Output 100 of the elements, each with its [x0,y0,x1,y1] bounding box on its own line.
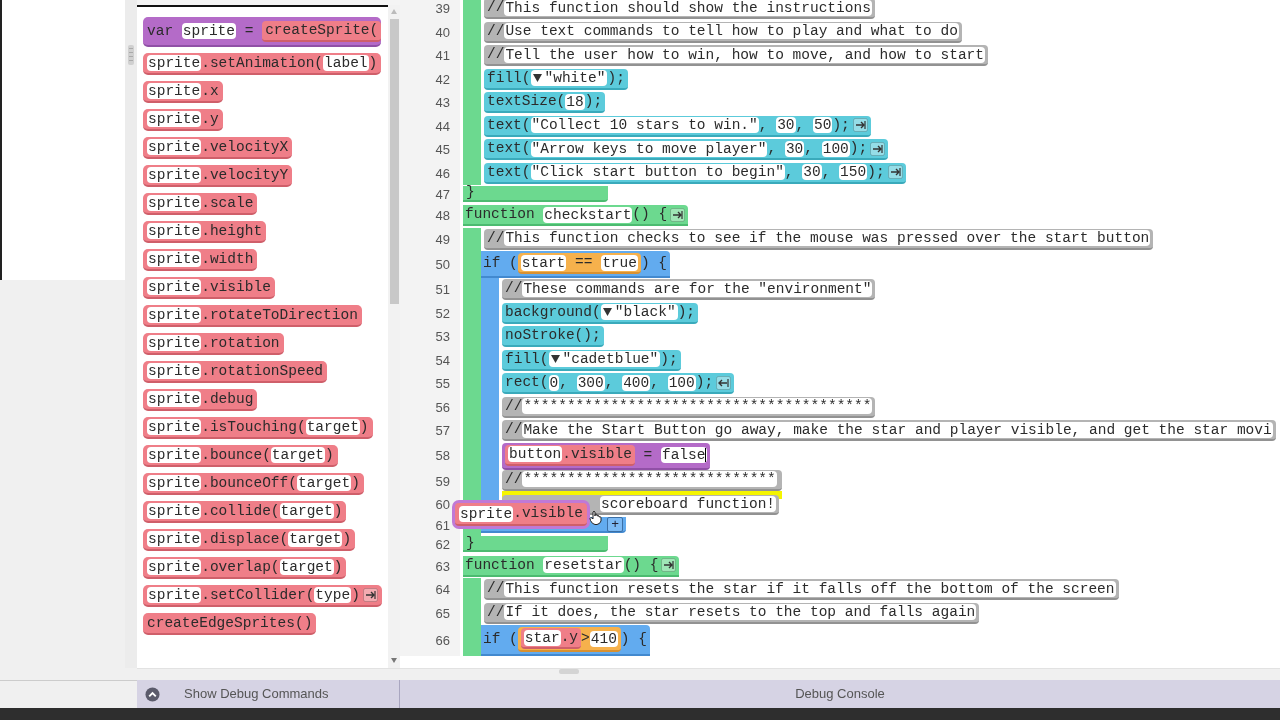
toolbox-block[interactable]: sprite.bounceOff(target) [143,473,364,495]
input-slot[interactable]: target [296,475,352,491]
comment-block[interactable]: //Make the Start Button go away, make the star and player visible, and get the star movi [502,420,1276,442]
input-slot[interactable]: sprite [459,505,514,522]
input-slot[interactable]: 410 [589,630,618,647]
input-slot[interactable]: sprite [147,363,202,379]
sprite-block[interactable]: button.visible [505,444,635,466]
code-block[interactable]: fill( "cadetblue"); [502,349,681,371]
toolbox-block[interactable]: sprite.setAnimation(label) [143,53,382,75]
code-block[interactable]: rect(0, 300, 400, 100); [502,373,735,395]
input-slot[interactable]: This function resets the star if it falls off the bottom of the screen [504,580,1116,597]
toolbox-block[interactable]: sprite.setCollider(type) [143,585,382,607]
expression-block[interactable]: star.y >410 [517,627,621,652]
toolbox-block[interactable]: sprite.isTouching(target) [143,417,373,439]
dropdown-field[interactable]: "black" [600,304,678,321]
input-slot[interactable]: 100 [667,374,696,391]
assignment-block[interactable]: button.visible = false [502,442,711,470]
dragged-block[interactable]: sprite.visible [455,503,587,526]
toolbox-block[interactable]: sprite.velocityX [143,137,293,159]
toolbox-block[interactable]: sprite.debug [143,389,258,411]
toolbox-block[interactable]: sprite.scale [143,193,258,215]
input-slot[interactable]: sprite [147,475,202,491]
arrow-button[interactable] [852,118,868,133]
input-slot[interactable]: sprite [147,111,202,127]
splitter-handle[interactable] [125,0,137,668]
arrow-button[interactable] [661,558,677,573]
toolbox-block[interactable]: sprite.velocityY [143,165,293,187]
input-slot[interactable]: false [660,447,708,463]
if-block[interactable]: if ( start == true ) { [481,251,671,278]
input-slot[interactable]: These commands are for the "environment" [522,280,873,297]
comment-block[interactable]: //Use text commands to tell how to play and what to do [484,21,962,43]
input-slot[interactable]: type [314,587,352,603]
show-debug-commands-button[interactable]: Show Debug Commands [137,680,400,708]
dropdown-field[interactable]: "cadetblue" [548,351,661,368]
input-slot[interactable]: ***************************** [522,471,777,488]
input-slot[interactable]: 150 [839,164,868,181]
input-slot[interactable]: sprite [147,307,202,323]
input-slot[interactable]: sprite [147,335,202,351]
sprite-block[interactable]: star.y [520,628,582,649]
input-slot[interactable]: sprite [147,83,202,99]
input-slot[interactable]: target [288,531,343,547]
block-end[interactable]: } [463,185,608,202]
input-slot[interactable]: 18 [565,93,585,110]
input-slot[interactable]: target [279,503,334,519]
toolbox-block[interactable]: sprite.collide(target) [143,501,347,523]
scroll-down-icon[interactable] [390,656,398,664]
function-block[interactable]: function resetstar() { [463,555,680,577]
toolbox-block[interactable]: sprite.height [143,221,267,243]
input-slot[interactable]: sprite [147,447,202,463]
input-slot[interactable]: 300 [576,374,605,391]
code-block[interactable]: background( "black"); [502,302,699,324]
input-slot[interactable]: 30 [802,164,822,181]
arrow-button[interactable] [362,588,378,602]
comment-block[interactable]: //**************************************** [502,396,876,418]
dropdown-field[interactable]: "white" [530,70,608,87]
toolbox-block[interactable]: sprite.x [143,81,223,103]
input-slot[interactable]: sprite [147,195,202,211]
code-block[interactable]: fill( "white"); [484,68,628,90]
input-slot[interactable]: button [508,446,563,462]
input-slot[interactable]: checkstart [543,206,633,223]
toolbox-block[interactable]: sprite.visible [143,277,275,299]
input-slot[interactable]: label [323,55,369,71]
input-slot[interactable]: "Collect 10 stars to win." [530,117,759,134]
input-slot[interactable]: Make the Start Button go away, make the star and player visible, and get the star movi [522,421,1273,438]
comment-block[interactable]: //This function should show the instructions [484,0,875,20]
toolbox-block[interactable]: var sprite = createSprite( [143,17,382,47]
input-slot[interactable]: sprite [147,503,202,519]
input-slot[interactable]: sprite [147,139,202,155]
input-slot[interactable]: sprite [147,559,202,575]
add-button[interactable]: + [607,516,623,532]
toolbox-block[interactable]: sprite.rotateToDirection [143,305,362,327]
arrow-button[interactable] [670,207,686,222]
input-slot[interactable]: 400 [622,374,651,391]
scrollbar-thumb[interactable] [389,19,399,304]
input-slot[interactable]: resetstar [543,557,624,574]
input-slot[interactable]: **************************************** [522,398,873,415]
input-slot[interactable]: 100 [821,140,850,157]
toolbox-block[interactable]: sprite.displace(target) [143,529,356,551]
input-slot[interactable]: sprite [147,251,202,267]
comment-block[interactable]: //This function resets the star if it falls off the bottom of the screen [484,579,1119,601]
arrow-button[interactable] [870,141,886,156]
expression-block[interactable]: start == true [517,253,641,274]
input-slot[interactable]: true [601,254,638,271]
input-slot[interactable]: sprite [147,55,202,71]
input-slot[interactable]: 50 [813,117,833,134]
input-slot[interactable]: sprite [147,223,202,239]
input-slot[interactable]: sprite [181,23,237,39]
input-slot[interactable]: This function should show the instructions [504,0,872,16]
comment-block[interactable]: //This function checks to see if the mouse was pressed over the start button [484,228,1154,250]
code-block[interactable]: text("Arrow keys to move player", 30, 100); [484,139,889,161]
input-slot[interactable]: target [305,419,360,435]
toolbox-block[interactable]: sprite.bounce(target) [143,445,338,467]
toolbox-block[interactable]: sprite.rotationSpeed [143,361,328,383]
toolbox-block[interactable]: sprite.y [143,109,223,131]
toolbox-block[interactable]: sprite.width [143,249,258,271]
input-slot[interactable]: sprite [147,531,202,547]
input-slot[interactable]: sprite [147,419,202,435]
comment-block[interactable]: //Tell the user how to win, how to move, and how to start [484,45,988,67]
code-block[interactable]: text("Collect 10 stars to win.", 30, 50); [484,115,871,137]
input-slot[interactable]: Use text commands to tell how to play and what to do [504,23,959,40]
